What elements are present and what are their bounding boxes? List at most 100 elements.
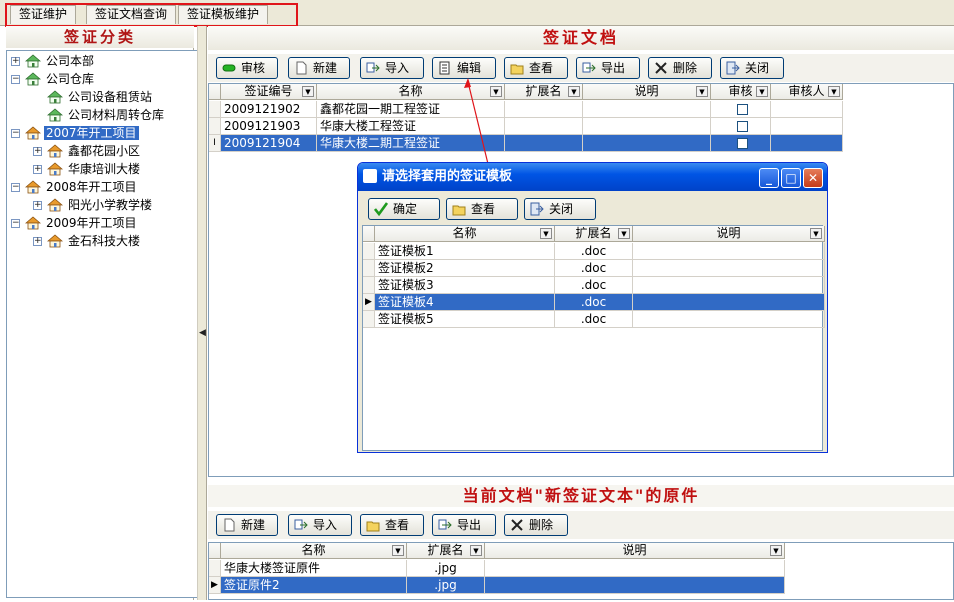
table-row[interactable]: 签证模板5 .doc (363, 311, 825, 328)
collapse-icon[interactable]: − (11, 183, 20, 192)
minimize-button[interactable]: _ (759, 168, 779, 188)
column-header[interactable]: 名称 ▼ (375, 226, 555, 242)
column-header[interactable]: 名称 ▼ (317, 84, 505, 100)
dropdown-arrow-icon[interactable]: ▼ (392, 545, 404, 556)
dropdown-arrow-icon[interactable]: ▼ (756, 86, 768, 97)
tree-node[interactable]: 华康培训大楼 (46, 161, 142, 178)
table-cell (711, 118, 771, 135)
tree-node[interactable]: 2009年开工项目 (24, 215, 139, 232)
splitter[interactable]: ◀ (197, 26, 207, 600)
expand-icon[interactable]: + (11, 57, 20, 66)
table-cell (711, 135, 771, 152)
column-header-label: 名称 (398, 84, 423, 98)
tree-node[interactable]: 公司材料周转仓库 (46, 107, 166, 124)
new-button[interactable]: 新建 (216, 514, 278, 536)
dialog-title-bar[interactable]: 请选择套用的签证模板 _ □ ✕ (358, 163, 827, 191)
table-row[interactable]: 华康大楼签证原件 .jpg (209, 560, 785, 577)
tree-node[interactable]: 金石科技大楼 (46, 233, 142, 250)
tree-node-label: 2008年开工项目 (46, 180, 137, 194)
delete-button-label: 删除 (673, 61, 698, 75)
column-header[interactable]: 扩展名 ▼ (555, 226, 633, 242)
table-row[interactable]: 签证模板3 .doc (363, 277, 825, 294)
table-row[interactable]: I 2009121904 华康大楼二期工程签证 (209, 135, 843, 152)
tree-node-label: 公司本部 (46, 54, 95, 68)
close-window-button[interactable]: ✕ (803, 168, 823, 188)
dropdown-arrow-icon[interactable]: ▼ (568, 86, 580, 97)
column-header[interactable]: 说明 ▼ (633, 226, 825, 242)
dropdown-arrow-icon[interactable]: ▼ (770, 545, 782, 556)
export-button[interactable]: 导出 (576, 57, 640, 79)
collapse-icon[interactable]: − (11, 75, 20, 84)
dropdown-arrow-icon[interactable]: ▼ (696, 86, 708, 97)
dropdown-arrow-icon[interactable]: ▼ (540, 228, 552, 239)
import-button[interactable]: 导入 (288, 514, 352, 536)
review-checkbox[interactable] (737, 104, 748, 115)
table-row[interactable]: ▶ 签证原件2 .jpg (209, 577, 785, 594)
column-header[interactable]: 说明 ▼ (583, 84, 711, 100)
dropdown-arrow-icon[interactable]: ▼ (470, 545, 482, 556)
column-header-label: 说明 (622, 543, 647, 557)
table-row[interactable]: ▶ 签证模板4 .doc (363, 294, 825, 311)
collapse-arrow-icon[interactable]: ◀ (199, 328, 206, 338)
delete-button[interactable]: 删除 (504, 514, 568, 536)
edit-button[interactable]: 编辑 (432, 57, 496, 79)
dropdown-arrow-icon[interactable]: ▼ (302, 86, 314, 97)
review-checkbox[interactable] (737, 138, 748, 149)
view-button[interactable]: 查看 (360, 514, 424, 536)
review-checkbox[interactable] (737, 121, 748, 132)
column-header[interactable]: 审核 ▼ (711, 84, 771, 100)
table-row[interactable]: 签证模板1 .doc (363, 243, 825, 260)
column-header[interactable]: 审核人 ▼ (771, 84, 843, 100)
row-indicator (363, 277, 375, 294)
dropdown-arrow-icon[interactable]: ▼ (810, 228, 822, 239)
approve-button[interactable]: 审核 (216, 57, 278, 79)
table-cell: 签证原件2 (221, 577, 407, 594)
row-indicator: I (209, 135, 221, 152)
import-button[interactable]: 导入 (360, 57, 424, 79)
close-button-label: 关闭 (549, 202, 574, 216)
expand-icon[interactable]: + (33, 201, 42, 210)
column-header[interactable]: 扩展名 ▼ (407, 543, 485, 559)
tree-node[interactable]: 公司仓库 (24, 71, 96, 88)
column-header-label: 说明 (634, 84, 659, 98)
tree-node[interactable]: 阳光小学教学楼 (46, 197, 154, 214)
dropdown-arrow-icon[interactable]: ▼ (828, 86, 840, 97)
new-doc-icon (222, 518, 236, 532)
table-cell: .doc (555, 311, 633, 328)
table-cell: 2009121902 (221, 101, 317, 118)
view-button[interactable]: 查看 (446, 198, 518, 220)
column-header[interactable]: 签证编号 ▼ (221, 84, 317, 100)
table-cell (485, 577, 785, 594)
table-row[interactable]: 2009121902 鑫都花园一期工程签证 (209, 101, 843, 118)
delete-icon (510, 518, 524, 532)
expand-icon[interactable]: + (33, 147, 42, 156)
column-header[interactable]: 名称 ▼ (221, 543, 407, 559)
dropdown-arrow-icon[interactable]: ▼ (618, 228, 630, 239)
delete-button[interactable]: 删除 (648, 57, 712, 79)
confirm-button[interactable]: 确定 (368, 198, 440, 220)
tree-node[interactable]: 鑫都花园小区 (46, 143, 142, 160)
table-row[interactable]: 签证模板2 .doc (363, 260, 825, 277)
collapse-icon[interactable]: − (11, 219, 20, 228)
close-button[interactable]: 关闭 (720, 57, 784, 79)
export-button[interactable]: 导出 (432, 514, 496, 536)
column-header[interactable]: 扩展名 ▼ (505, 84, 583, 100)
column-header[interactable]: 说明 ▼ (485, 543, 785, 559)
table-row[interactable]: 2009121903 华康大楼工程签证 (209, 118, 843, 135)
tree-node[interactable]: 2007年开工项目 (24, 125, 139, 142)
collapse-icon[interactable]: − (11, 129, 20, 138)
new-button-label: 新建 (313, 61, 338, 75)
view-button[interactable]: 查看 (504, 57, 568, 79)
tree-node[interactable]: 2008年开工项目 (24, 179, 139, 196)
template-grid: 名称 ▼ 扩展名 ▼ 说明 ▼ 签证模板1 .doc 签证模板2 .doc 签证模板3 .doc ▶ 签证… (362, 225, 825, 451)
confirm-button-label: 确定 (393, 202, 418, 216)
new-button[interactable]: 新建 (288, 57, 350, 79)
tree-node[interactable]: 公司设备租赁站 (46, 89, 154, 106)
maximize-button[interactable]: □ (781, 168, 801, 188)
expand-icon[interactable]: + (33, 237, 42, 246)
dropdown-arrow-icon[interactable]: ▼ (490, 86, 502, 97)
expand-icon[interactable]: + (33, 165, 42, 174)
column-header-label: 名称 (301, 543, 326, 557)
tree-node[interactable]: 公司本部 (24, 53, 96, 70)
close-button[interactable]: 关闭 (524, 198, 596, 220)
